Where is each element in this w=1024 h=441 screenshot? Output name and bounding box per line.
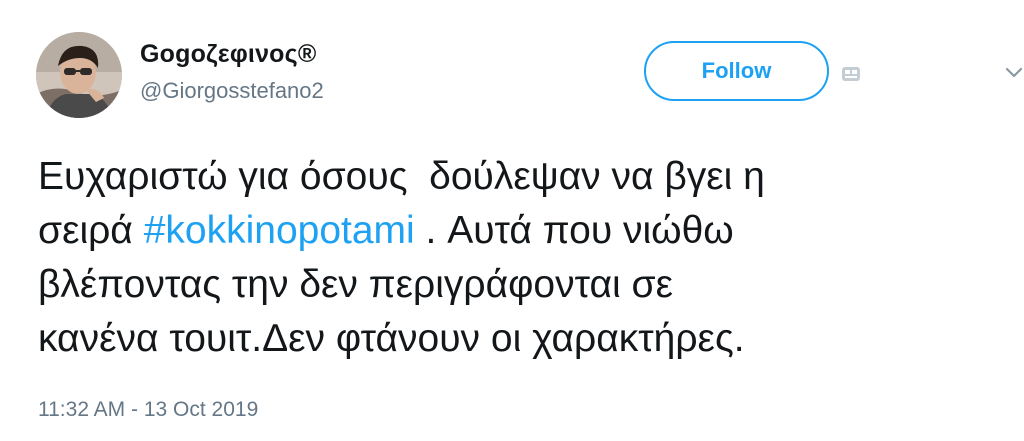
tweet-card: Gogoζεφινος® @Giorgosstefano2 Follow Ευχ… — [0, 0, 1024, 441]
user-handle[interactable]: @Giorgosstefano2 — [140, 78, 324, 104]
tweet-text-line: Ευχαριστώ για όσους δούλεψαν να βγει η — [38, 155, 765, 198]
avatar[interactable] — [36, 32, 122, 118]
tweet-text-line: σειρά #kokkinopotami . Αυτά που νιώθω — [38, 204, 998, 258]
display-name[interactable]: Gogoζεφινος® — [140, 40, 316, 69]
timestamp[interactable]: 11:32 AM - 13 Oct 2019 — [38, 398, 258, 422]
app-icon[interactable] — [841, 65, 861, 83]
chevron-down-icon[interactable] — [1004, 66, 1024, 80]
follow-button[interactable]: Follow — [644, 41, 829, 101]
tweet-text: Ευχαριστώ για όσους δούλεψαν να βγει η σ… — [38, 150, 998, 366]
hashtag-link[interactable]: #kokkinopotami — [144, 209, 415, 252]
tweet-text-line: κανένα τουιτ.Δεν φτάνουν οι χαρακτήρες. — [38, 317, 745, 360]
tweet-text-line: βλέποντας την δεν περιγράφονται σε — [38, 263, 673, 306]
tweet-text-fragment: σειρά — [38, 209, 144, 252]
profile-photo-icon — [36, 32, 122, 118]
tweet-text-fragment: . Αυτά που νιώθω — [414, 209, 734, 252]
